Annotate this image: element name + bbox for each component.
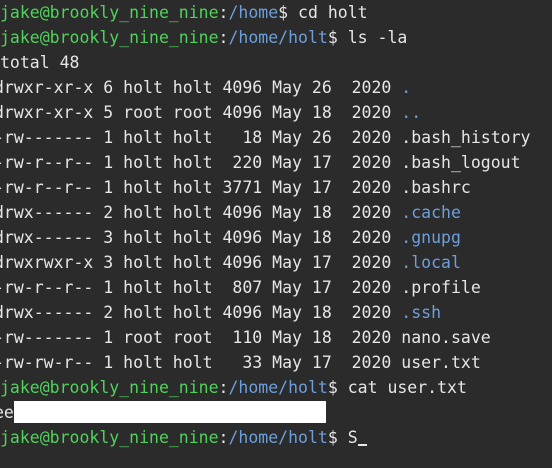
listing-row: drwxrwxr-x 3 holt holt 4096 May 17 2020 … bbox=[0, 250, 546, 275]
listing-row-filename: .profile bbox=[401, 278, 481, 297]
listing-row-meta: drwxrwxr-x 3 holt holt 4096 May 17 2020 bbox=[0, 253, 402, 272]
prompt-dollar: $ bbox=[327, 428, 348, 447]
listing-row-meta: -rw-r--r-- 1 holt holt 220 May 17 2020 bbox=[0, 153, 402, 172]
prompt-path: /home bbox=[228, 3, 279, 22]
listing-row: drwx------ 2 holt holt 4096 May 18 2020 … bbox=[0, 200, 546, 225]
listing-row-filename: user.txt bbox=[401, 353, 481, 372]
listing-row-filename: . bbox=[401, 78, 412, 97]
prompt-dollar: $ bbox=[327, 28, 348, 47]
prompt-separator: : bbox=[218, 3, 229, 22]
listing-row-meta: drwxr-xr-x 5 root root 4096 May 18 2020 bbox=[0, 103, 402, 122]
prompt-line: jake@brookly_nine_nine:/home/holt$ ls -l… bbox=[0, 25, 552, 50]
terminal-window[interactable]: jake@brookly_nine_nine:/home$ cd holt ja… bbox=[0, 0, 552, 468]
listing-row-meta: drwx------ 2 holt holt 4096 May 18 2020 bbox=[0, 203, 402, 222]
prompt-user-host: jake@brookly_nine_nine bbox=[0, 3, 219, 22]
directory-listing: drwxr-xr-x 6 holt holt 4096 May 26 2020 … bbox=[0, 75, 552, 375]
listing-row: drwxr-xr-x 5 root root 4096 May 18 2020 … bbox=[0, 100, 546, 125]
redaction-box bbox=[13, 401, 326, 423]
listing-row-filename: .bash_history bbox=[401, 128, 531, 147]
prompt-path: /home/holt bbox=[228, 378, 328, 397]
listing-row-filename: .ssh bbox=[401, 303, 442, 322]
listing-row-meta: drwxr-xr-x 6 holt holt 4096 May 26 2020 bbox=[0, 78, 402, 97]
prompt-separator: : bbox=[218, 428, 229, 447]
listing-row-filename: .bash_logout bbox=[401, 153, 521, 172]
text-cursor bbox=[357, 427, 367, 446]
listing-row: -rw-rw-r-- 1 holt holt 33 May 17 2020 us… bbox=[0, 350, 546, 375]
listing-row-filename: .gnupg bbox=[401, 228, 461, 247]
listing-row: -rw-r--r-- 1 holt holt 220 May 17 2020 .… bbox=[0, 150, 546, 175]
prompt-user-host: jake@brookly_nine_nine bbox=[0, 28, 219, 47]
listing-row-filename: .bashrc bbox=[401, 178, 471, 197]
command-text: cd holt bbox=[298, 3, 368, 22]
listing-row: drwx------ 2 holt holt 4096 May 18 2020 … bbox=[0, 300, 546, 325]
typed-input[interactable]: S bbox=[348, 428, 358, 447]
listing-row-meta: -rw-rw-r-- 1 holt holt 33 May 17 2020 bbox=[0, 353, 402, 372]
listing-row-filename: .local bbox=[401, 253, 461, 272]
cat-output-prefix: ee bbox=[0, 403, 14, 422]
listing-total: total 48 bbox=[0, 53, 80, 72]
prompt-line-active[interactable]: jake@brookly_nine_nine:/home/holt$ S bbox=[0, 425, 552, 450]
listing-row-filename: nano.save bbox=[401, 328, 491, 347]
prompt-path: /home/holt bbox=[228, 428, 328, 447]
prompt-user-host: jake@brookly_nine_nine bbox=[0, 378, 219, 397]
listing-row-filename: .cache bbox=[401, 203, 461, 222]
prompt-line: jake@brookly_nine_nine:/home/holt$ cat u… bbox=[0, 375, 552, 400]
prompt-line: jake@brookly_nine_nine:/home$ cd holt bbox=[0, 0, 552, 25]
listing-row-meta: -rw------- 1 holt holt 18 May 26 2020 bbox=[0, 128, 402, 147]
cat-output-line: ee bbox=[0, 400, 546, 425]
listing-row: drwxr-xr-x 6 holt holt 4096 May 26 2020 … bbox=[0, 75, 546, 100]
listing-row-filename: .. bbox=[401, 103, 422, 122]
listing-row-meta: drwx------ 3 holt holt 4096 May 18 2020 bbox=[0, 228, 402, 247]
listing-row-meta: -rw------- 1 root root 110 May 18 2020 bbox=[0, 328, 402, 347]
command-text: cat user.txt bbox=[347, 378, 467, 397]
prompt-dollar: $ bbox=[278, 3, 299, 22]
listing-row: -rw-r--r-- 1 holt holt 807 May 17 2020 .… bbox=[0, 275, 546, 300]
listing-row: -rw-r--r-- 1 holt holt 3771 May 17 2020 … bbox=[0, 175, 546, 200]
listing-row: -rw------- 1 root root 110 May 18 2020 n… bbox=[0, 325, 546, 350]
prompt-separator: : bbox=[218, 378, 229, 397]
listing-row-meta: drwx------ 2 holt holt 4096 May 18 2020 bbox=[0, 303, 402, 322]
prompt-path: /home/holt bbox=[228, 28, 328, 47]
listing-row-meta: -rw-r--r-- 1 holt holt 807 May 17 2020 bbox=[0, 278, 402, 297]
listing-row-meta: -rw-r--r-- 1 holt holt 3771 May 17 2020 bbox=[0, 178, 402, 197]
listing-row: drwx------ 3 holt holt 4096 May 18 2020 … bbox=[0, 225, 546, 250]
prompt-user-host: jake@brookly_nine_nine bbox=[0, 428, 219, 447]
prompt-dollar: $ bbox=[327, 378, 348, 397]
command-text: ls -la bbox=[347, 28, 408, 47]
prompt-separator: : bbox=[218, 28, 229, 47]
listing-row: -rw------- 1 holt holt 18 May 26 2020 .b… bbox=[0, 125, 546, 150]
